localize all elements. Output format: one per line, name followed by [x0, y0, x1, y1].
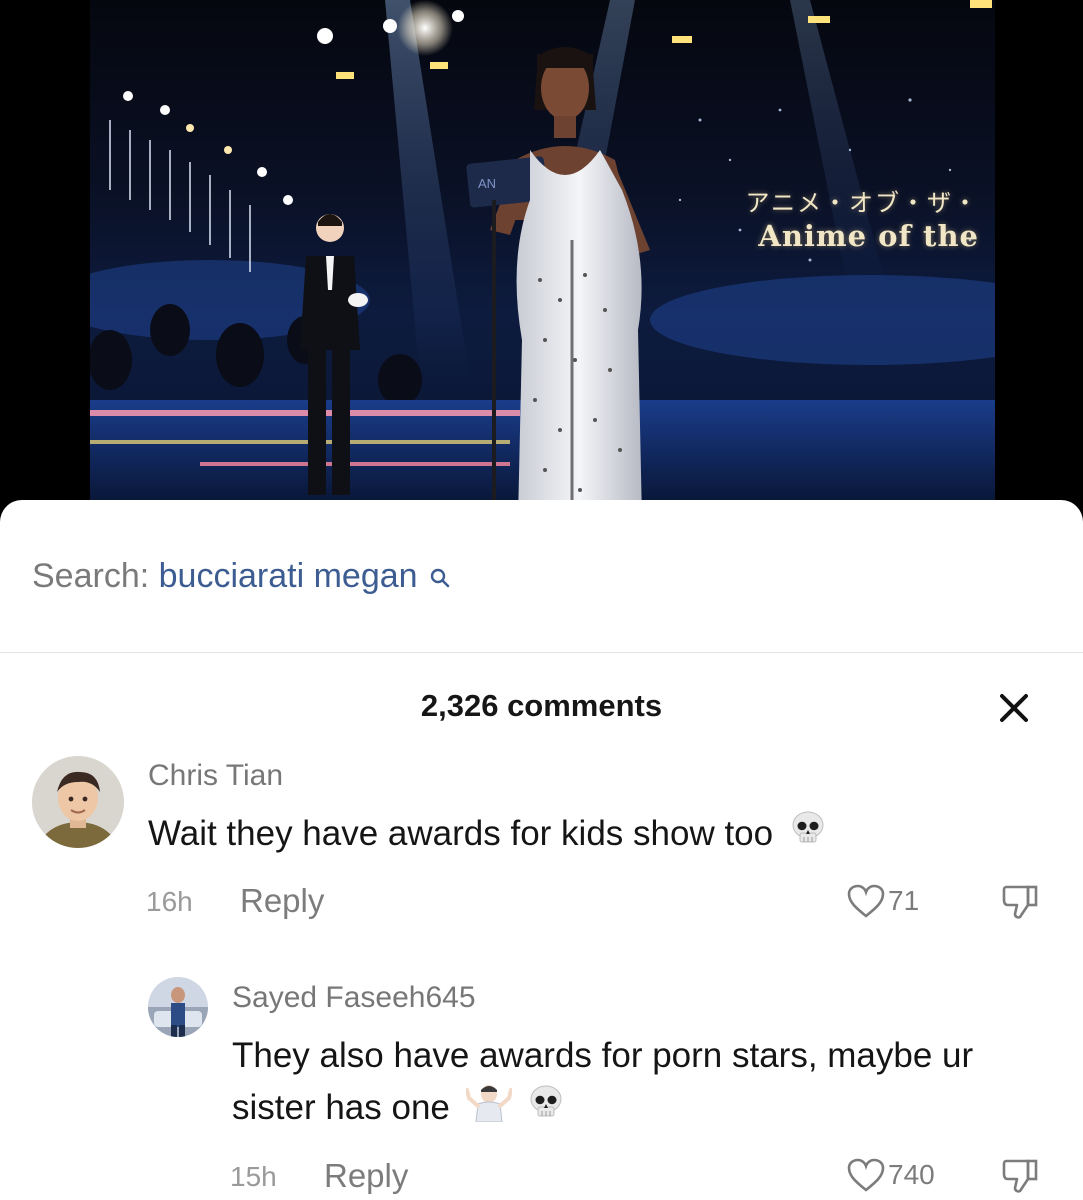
stage-scene-illustration: AN [90, 0, 995, 520]
caption-japanese: アニメ・オブ・ザ・ [745, 189, 979, 217]
heart-icon[interactable] [846, 883, 886, 919]
skull-emoji [789, 809, 827, 862]
like-count: 71 [888, 885, 920, 916]
search-suggestion[interactable]: Search: bucciarati megan [32, 556, 451, 598]
dislike-button[interactable] [1000, 1157, 1040, 1195]
section-divider [0, 652, 1083, 653]
avatar[interactable] [32, 756, 124, 848]
like-button[interactable]: 71 [846, 883, 919, 919]
broadcast-caption: アニメ・オブ・ザ・ Anime of the [745, 188, 979, 254]
video-frame[interactable]: AN アニメ・オブ・ザ・ Anime of the [90, 0, 995, 520]
like-button[interactable]: 740 [846, 1157, 935, 1193]
caption-english: Anime of the [758, 219, 979, 253]
search-prefix-label: Search: [32, 557, 150, 595]
heart-icon[interactable] [846, 1157, 886, 1193]
comment-timestamp: 15h [230, 1161, 277, 1192]
reply-button[interactable]: Reply [324, 1157, 408, 1195]
dislike-button[interactable] [1000, 883, 1040, 921]
thumbs-down-icon[interactable] [1000, 1157, 1040, 1195]
close-icon[interactable] [996, 690, 1032, 726]
search-icon[interactable] [429, 558, 451, 598]
svg-text:AN: AN [478, 176, 496, 191]
comments-sheet: Search: bucciarati megan 2,326 comments [0, 500, 1083, 1200]
avatar[interactable] [148, 977, 208, 1037]
comment-count-title: 2,326 comments [420, 688, 663, 723]
thumbs-down-icon[interactable] [1000, 883, 1040, 921]
comment-body: Wait they have awards for kids show too [148, 808, 1008, 862]
like-count: 740 [888, 1159, 935, 1190]
close-button[interactable] [996, 690, 1032, 726]
comment-username[interactable]: Sayed Faseeh645 [232, 980, 476, 1016]
comment-timestamp: 16h [146, 886, 193, 917]
comment-body: They also have awards for porn stars, ma… [232, 1030, 1062, 1137]
comment-text: Wait they have awards for kids show too [148, 814, 774, 853]
comment-username[interactable]: Chris Tian [148, 758, 283, 794]
shrug-emoji [464, 1082, 513, 1137]
reply-button[interactable]: Reply [240, 882, 324, 920]
search-term-link[interactable]: bucciarati megan [159, 557, 418, 595]
comment-text: They also have awards for porn stars, ma… [232, 1036, 974, 1127]
skull-emoji [527, 1083, 565, 1136]
screenshot-page: AN アニメ・オブ・ザ・ Anime of the Search: buccia… [0, 0, 1083, 1200]
